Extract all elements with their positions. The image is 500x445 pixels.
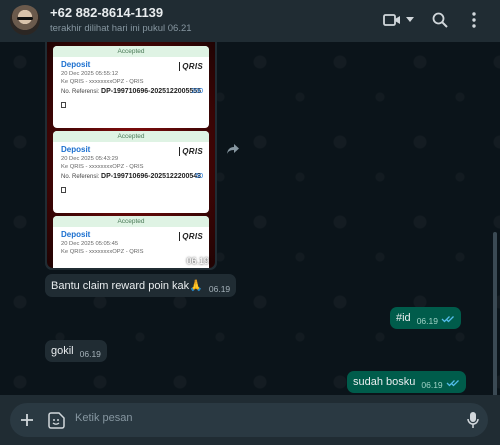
message-time: 06.19 <box>186 256 209 266</box>
read-ticks-icon <box>446 378 460 390</box>
deposit-date: 20 Dec 2025 05:05:45 <box>61 241 119 247</box>
message-text: sudah bosku <box>353 376 416 388</box>
attach-plus-icon[interactable] <box>18 411 36 429</box>
deposit-card: Accepted Deposit QRIS 20 Dec 2025 05:55:… <box>53 46 209 128</box>
deposit-destination: Ke QRIS - xxxxxxxxOPZ - QRIS 50 <box>61 164 203 180</box>
deposit-amount: 50 <box>195 173 203 180</box>
deposit-screenshot[interactable]: Accepted Deposit QRIS 20 Dec 2025 05:55:… <box>47 42 215 268</box>
search-icon[interactable] <box>428 8 452 32</box>
deposit-date: 20 Dec 2025 05:55:12 <box>61 71 119 77</box>
message-bubble-incoming[interactable]: Bantu claim reward poin kak🙏 06.19 <box>45 274 237 297</box>
deposit-destination: Ke QRIS - xxxxxxxxOPZ - QRIS 200 <box>61 79 203 95</box>
reference-label: No. Referensi: <box>61 174 100 180</box>
message-bubble-outgoing[interactable]: sudah bosku 06.19 <box>347 371 466 393</box>
last-seen-status: terakhir dilihat hari ini pukul 06.21 <box>50 23 192 34</box>
message-time: 06.19 <box>208 284 231 294</box>
sticker-icon[interactable] <box>46 410 66 430</box>
microphone-icon[interactable] <box>463 409 483 431</box>
qris-logo: QRIS <box>179 232 203 241</box>
message-text: Bantu claim reward poin kak🙏 <box>51 280 203 292</box>
message-text: #id <box>396 312 411 324</box>
deposit-reference: No. Referensi: DP-199710696-202512220054… <box>61 173 203 180</box>
image-message[interactable]: Accepted Deposit QRIS 20 Dec 2025 05:55:… <box>45 42 217 270</box>
message-input-placeholder[interactable]: Ketik pesan <box>75 412 132 424</box>
qris-logo: QRIS <box>179 62 203 71</box>
message-time: 06.19 <box>416 316 438 326</box>
deposit-destination: Ke QRIS - xxxxxxxxOPZ - QRIS <box>61 249 144 255</box>
deposit-card: Accepted Deposit QRIS 20 Dec 2025 05:43:… <box>53 131 209 213</box>
message-bubble-incoming[interactable]: gokil 06.19 <box>45 340 107 362</box>
deposit-date: 20 Dec 2025 05:43:29 <box>61 156 119 162</box>
message-composer: Ketik pesan <box>0 395 500 445</box>
copy-icon <box>61 187 66 193</box>
read-ticks-icon <box>441 314 455 326</box>
status-badge: Accepted <box>53 216 209 227</box>
deposit-destination-text: Ke QRIS - xxxxxxxxOPZ - QRIS <box>61 79 144 85</box>
reference-label: No. Referensi: <box>61 89 100 95</box>
avatar[interactable] <box>10 5 40 35</box>
deposit-reference: No. Referensi: DP-199710696-202512200555… <box>61 88 203 95</box>
reference-number: DP-199710696-2025122005555 <box>101 88 202 95</box>
copy-icon <box>61 102 66 108</box>
status-badge: Accepted <box>53 131 209 142</box>
message-text: gokil <box>51 345 74 357</box>
contact-name[interactable]: +62 882-8614-1139 <box>50 5 163 20</box>
chevron-down-icon[interactable] <box>398 8 422 32</box>
chat-header: +62 882-8614-1139 terakhir dilihat hari … <box>0 0 500 42</box>
deposit-destination-text: Ke QRIS - xxxxxxxxOPZ - QRIS <box>61 164 144 170</box>
status-badge: Accepted <box>53 46 209 57</box>
message-time: 06.19 <box>79 349 101 359</box>
reference-number: DP-199710696-2025122200543 <box>101 173 202 180</box>
scrollbar[interactable] <box>493 232 497 395</box>
more-vert-icon[interactable] <box>462 8 486 32</box>
message-time: 06.19 <box>421 380 443 390</box>
chat-area: Accepted Deposit QRIS 20 Dec 2025 05:55:… <box>0 42 500 395</box>
forward-icon[interactable] <box>226 142 240 160</box>
deposit-amount: 200 <box>191 88 203 95</box>
message-bubble-outgoing[interactable]: #id 06.19 <box>390 307 461 329</box>
qris-logo: QRIS <box>179 147 203 156</box>
